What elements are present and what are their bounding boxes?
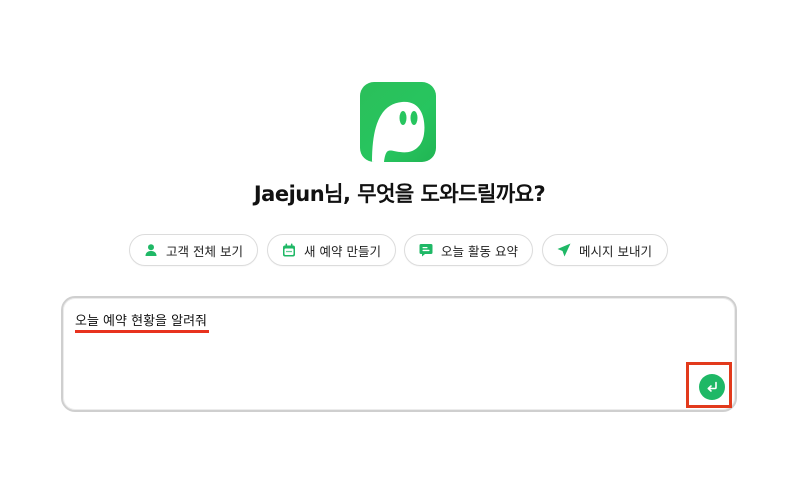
person-icon	[144, 243, 158, 257]
page-title: Jaejun님, 무엇을 도와드릴까요?	[253, 182, 546, 206]
enter-arrow-icon	[707, 381, 717, 392]
quick-action-label: 고객 전체 보기	[166, 243, 243, 259]
send-icon	[557, 243, 571, 257]
prompt-input[interactable]: 오늘 예약 현황을 알려줘	[61, 296, 737, 412]
quick-action-label: 메시지 보내기	[579, 243, 652, 259]
text-highlight-underline	[75, 330, 209, 333]
send-button-highlight	[686, 362, 732, 408]
ghost-logo-icon	[372, 101, 425, 162]
quick-action-send-message[interactable]: 메시지 보내기	[542, 234, 668, 266]
quick-action-new-reservation[interactable]: 새 예약 만들기	[267, 234, 396, 266]
prompt-input-value[interactable]: 오늘 예약 현황을 알려줘	[75, 310, 207, 329]
quick-action-label: 새 예약 만들기	[304, 243, 381, 259]
app-logo	[360, 82, 436, 162]
quick-action-view-customers[interactable]: 고객 전체 보기	[129, 234, 258, 266]
send-button[interactable]	[699, 374, 725, 400]
calendar-icon	[282, 243, 296, 257]
quick-action-label: 오늘 활동 요약	[441, 243, 518, 259]
chat-summary-icon	[419, 243, 433, 257]
quick-action-today-summary[interactable]: 오늘 활동 요약	[404, 234, 533, 266]
